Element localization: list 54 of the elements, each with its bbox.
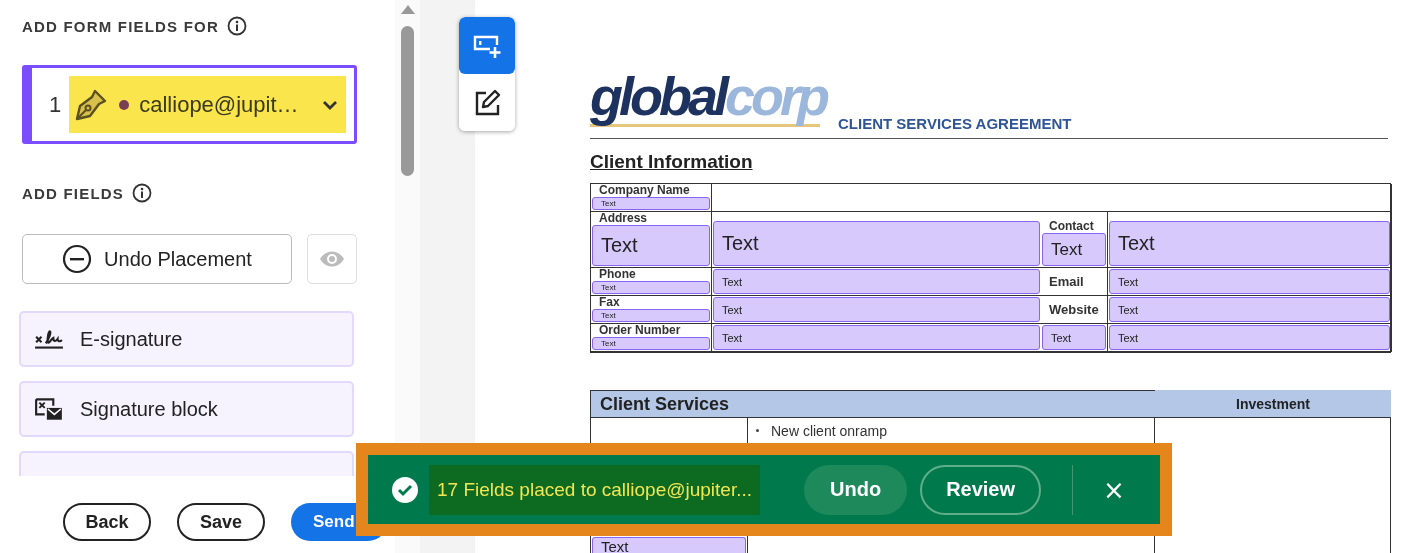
text-field[interactable]: Text bbox=[713, 269, 1040, 294]
chevron-down-icon bbox=[322, 98, 338, 111]
field-label: Email bbox=[1048, 275, 1085, 288]
field-label: Website bbox=[1048, 303, 1100, 316]
section-heading: ADD FIELDS bbox=[22, 184, 124, 202]
close-button[interactable]: × bbox=[1099, 474, 1129, 505]
text-field[interactable]: Text bbox=[592, 537, 746, 553]
signature-icon bbox=[34, 327, 64, 351]
scrollbar-thumb[interactable] bbox=[401, 26, 414, 176]
undo-placement-button[interactable]: Undo Placement bbox=[22, 234, 292, 284]
field-option[interactable]: Signature block bbox=[19, 381, 354, 437]
footer-button[interactable]: Save bbox=[177, 503, 265, 541]
bullet-icon bbox=[756, 429, 759, 432]
field-label: Company Name bbox=[598, 184, 691, 197]
text-field[interactable]: Text bbox=[1109, 269, 1390, 294]
text-field[interactable]: Text bbox=[592, 309, 710, 322]
bullet-text: New client onramp bbox=[771, 423, 887, 439]
text-field[interactable]: Text bbox=[592, 337, 710, 350]
text-field[interactable]: Text bbox=[1109, 221, 1390, 266]
check-circle-icon bbox=[392, 476, 418, 503]
text-field[interactable]: Text bbox=[592, 281, 710, 294]
toast-message: 17 Fields placed to calliope@jupiter... bbox=[429, 464, 761, 515]
table-header: Client Services bbox=[590, 390, 1155, 418]
recipient-number: 1 bbox=[49, 91, 62, 118]
scroll-up-icon[interactable] bbox=[400, 5, 415, 14]
section-heading: ADD FORM FIELDS FOR bbox=[22, 17, 219, 35]
section-title: Client Information bbox=[590, 151, 754, 173]
field-label: Fax bbox=[598, 296, 621, 309]
field-label: Contact bbox=[1048, 220, 1095, 233]
text-field[interactable]: Text bbox=[1042, 233, 1106, 266]
text-field[interactable]: Text bbox=[713, 297, 1040, 322]
field-label: Address bbox=[598, 212, 649, 225]
minus-circle-icon bbox=[62, 244, 93, 274]
text-field[interactable]: Text bbox=[592, 225, 710, 266]
eye-icon bbox=[319, 250, 345, 268]
text-field[interactable]: Text bbox=[592, 197, 710, 210]
table-header: Investment bbox=[1155, 390, 1391, 418]
signature-block-icon bbox=[34, 397, 64, 421]
text-field[interactable]: Text bbox=[1109, 325, 1390, 350]
tool-button[interactable] bbox=[459, 74, 515, 131]
text-field[interactable]: Text bbox=[1042, 325, 1106, 350]
footer-button[interactable]: Back bbox=[63, 503, 151, 541]
toast-button[interactable]: Undo bbox=[804, 464, 908, 515]
info-icon[interactable] bbox=[132, 183, 152, 203]
field-option[interactable]: E-signature bbox=[19, 311, 354, 367]
field-label: Order Number bbox=[598, 324, 682, 337]
recipient-dropdown[interactable]: calliope@jupit… bbox=[69, 76, 346, 133]
text-field[interactable]: Text bbox=[713, 221, 1040, 266]
text-field[interactable]: Text bbox=[1109, 297, 1390, 322]
document-title: CLIENT SERVICES AGREEMENT bbox=[838, 115, 1072, 132]
field-label: Phone bbox=[598, 268, 637, 281]
info-icon[interactable] bbox=[226, 16, 247, 36]
text-field[interactable]: Text bbox=[713, 325, 1040, 350]
toast-button[interactable]: Review bbox=[920, 464, 1042, 515]
